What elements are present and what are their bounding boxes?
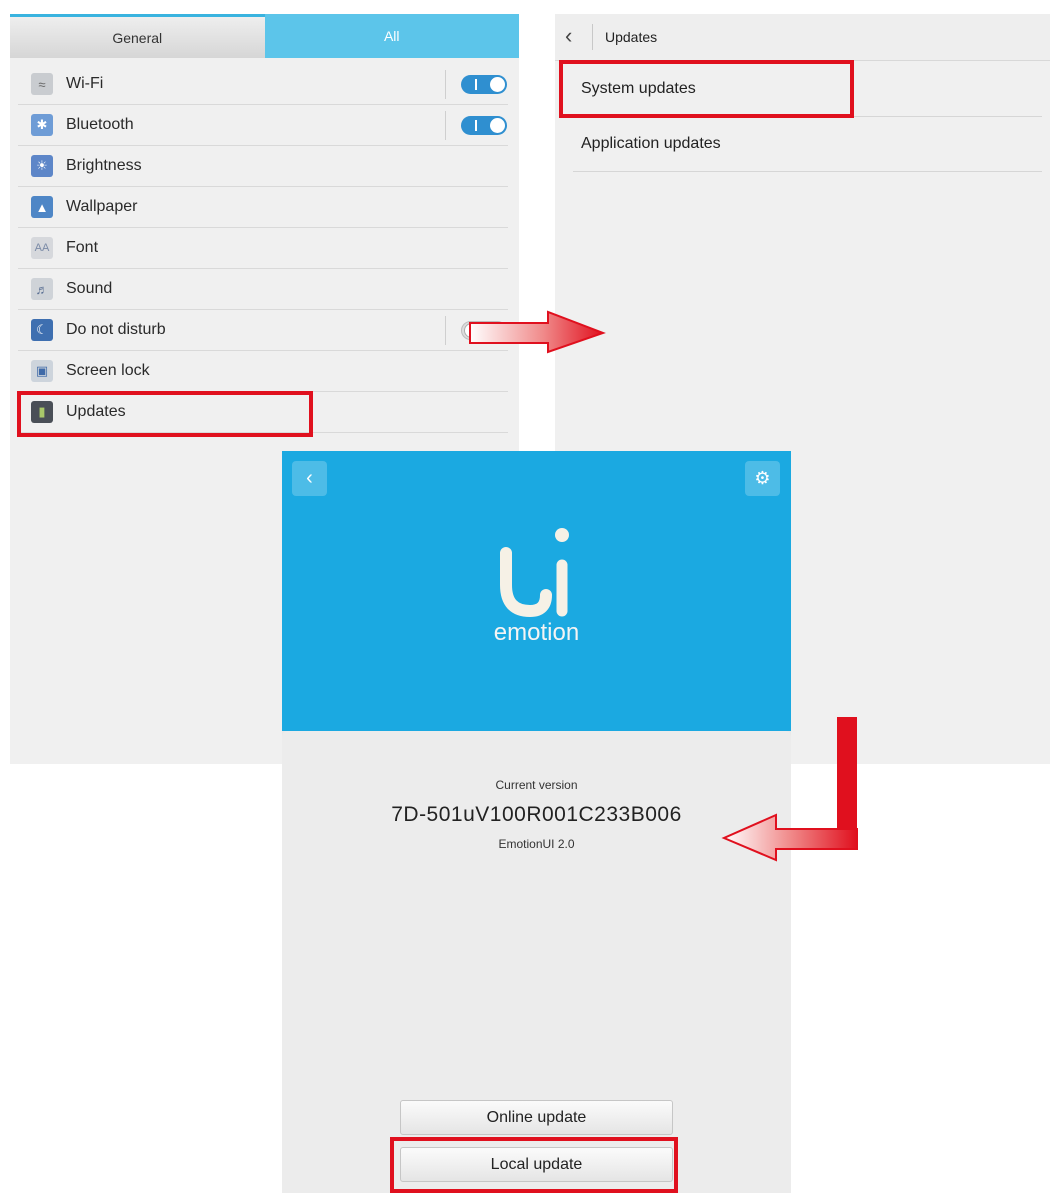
annotation-arrows — [469, 310, 858, 862]
arrow-to-updates-panel — [469, 310, 606, 354]
arrow-to-version — [721, 717, 858, 862]
